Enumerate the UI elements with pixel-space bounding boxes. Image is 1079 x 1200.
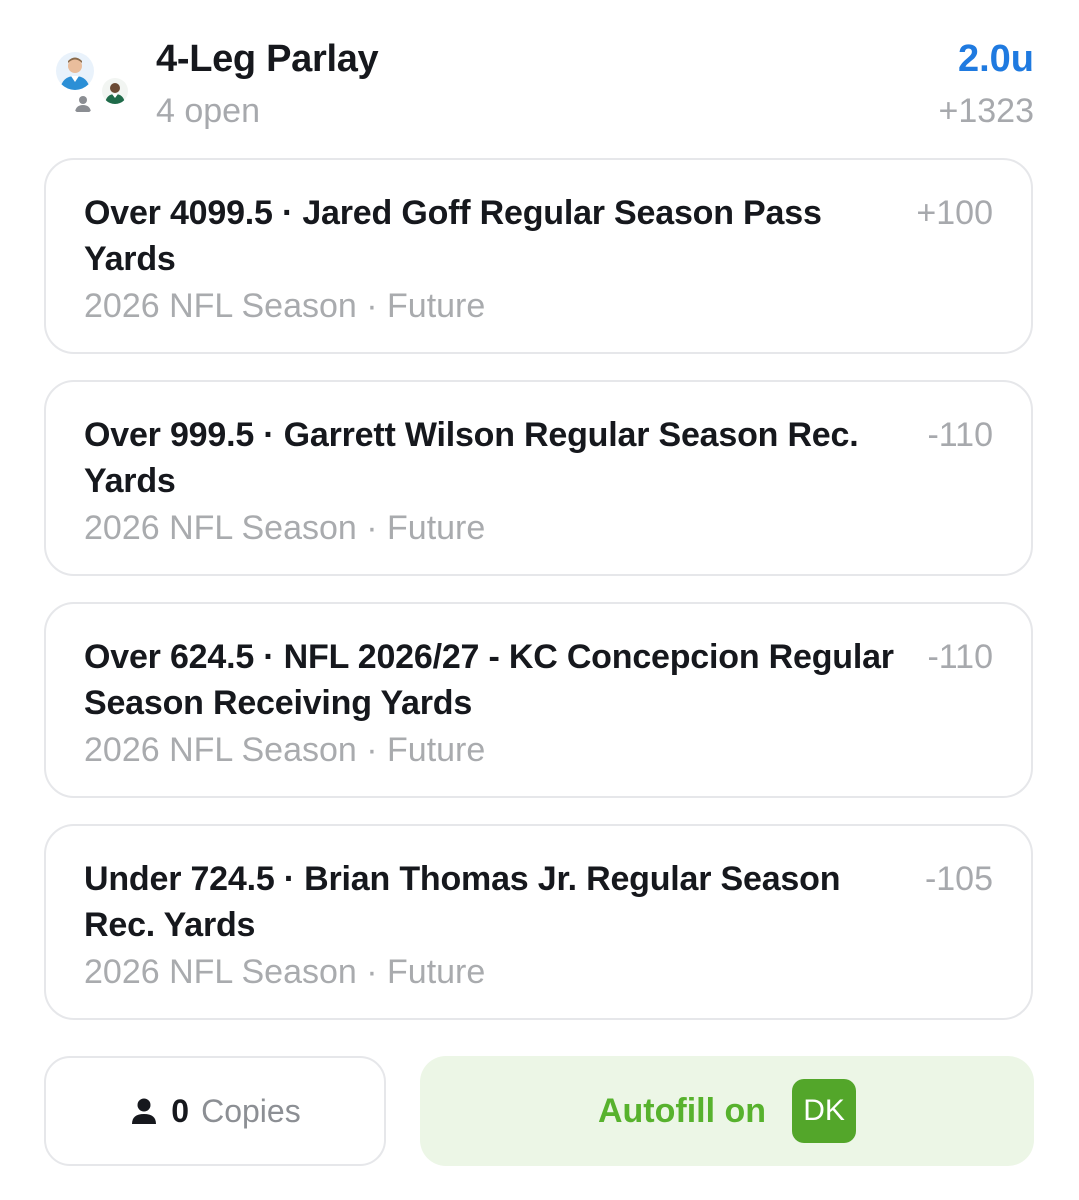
user-placeholder-icon (72, 92, 94, 114)
leg-odds: -105 (924, 860, 993, 898)
parlay-title: 4-Leg Parlay (156, 38, 379, 80)
open-legs-count: 4 open (156, 92, 260, 130)
autofill-label: Autofill on (597, 1091, 767, 1130)
copies-button[interactable]: 0 Copies (44, 1056, 386, 1166)
autofill-button[interactable]: Autofill on DK (420, 1056, 1034, 1166)
copies-count: 0 (171, 1092, 190, 1129)
person-icon (129, 1096, 159, 1126)
leg-odds: -110 (927, 416, 993, 454)
leg-odds: +100 (916, 194, 993, 232)
leg-odds: -110 (927, 638, 993, 676)
copies-label: Copies (201, 1092, 301, 1129)
leg-description: Over 624.5 · NFL 2026/27 - KC Concepcion… (84, 638, 894, 722)
stake-units: 2.0u (957, 38, 1034, 80)
leg-card[interactable]: Over 999.5 · Garrett Wilson Regular Seas… (44, 380, 1033, 576)
leg-card[interactable]: Over 624.5 · NFL 2026/27 - KC Concepcion… (44, 602, 1033, 798)
draftkings-badge: DK (792, 1079, 857, 1143)
leg-card[interactable]: Over 4099.5 · Jared Goff Regular Season … (44, 158, 1033, 354)
player-avatar-icon (56, 52, 94, 90)
player-avatar-icon (102, 78, 128, 104)
parlay-odds: +1323 (938, 92, 1035, 130)
leg-description: Over 999.5 · Garrett Wilson Regular Seas… (84, 416, 859, 500)
leg-description: Over 4099.5 · Jared Goff Regular Season … (84, 194, 822, 278)
leg-event: 2026 NFL Season · Future (84, 953, 486, 991)
leg-avatars (52, 48, 132, 128)
leg-event: 2026 NFL Season · Future (84, 287, 486, 325)
leg-event: 2026 NFL Season · Future (84, 731, 486, 769)
leg-event: 2026 NFL Season · Future (84, 509, 486, 547)
parlay-header: 4-Leg Parlay 4 open 2.0u +1323 (0, 0, 1079, 150)
leg-description: Under 724.5 · Brian Thomas Jr. Regular S… (84, 860, 841, 944)
leg-card[interactable]: Under 724.5 · Brian Thomas Jr. Regular S… (44, 824, 1033, 1020)
